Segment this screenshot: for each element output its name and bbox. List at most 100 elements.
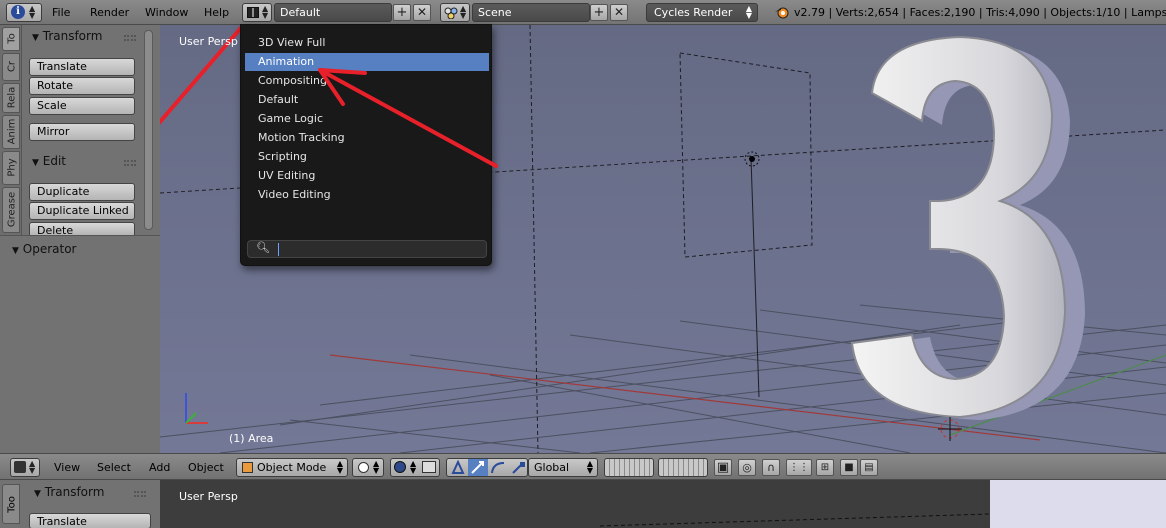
view-perspective-label: User Persp xyxy=(179,35,238,48)
operator-panel: ▼ Operator xyxy=(0,235,160,453)
menu-window[interactable]: Window xyxy=(141,6,192,19)
transform-panel-header-lower[interactable]: ▼ Transform xyxy=(34,485,104,499)
layout-search-field[interactable]: 🔍︎ xyxy=(247,240,487,258)
delete-button[interactable]: Delete xyxy=(29,222,135,237)
snap-magnet-icon[interactable]: ∩ xyxy=(762,459,780,476)
tab-physics[interactable]: Phy xyxy=(2,151,20,185)
add-screen-button[interactable]: + xyxy=(393,4,411,21)
render-engine-label: Cycles Render xyxy=(654,6,733,19)
chevron-updown-icon: ▲ ▼ xyxy=(29,459,36,475)
rotate-button[interactable]: Rotate xyxy=(29,77,135,95)
lower-right-area xyxy=(990,480,1166,528)
info-header: i ▲ ▼ File Render Window Help ▲ ▼ Default … xyxy=(0,0,1166,25)
interaction-mode-label: Object Mode xyxy=(257,461,327,474)
drag-grip-icon[interactable] xyxy=(124,160,136,166)
duplicate-linked-button[interactable]: Duplicate Linked xyxy=(29,202,135,220)
pivot-icon xyxy=(394,461,406,473)
scale-button[interactable]: Scale xyxy=(29,97,135,115)
mirror-button[interactable]: Mirror xyxy=(29,123,135,141)
collapse-triangle-icon: ▼ xyxy=(34,489,41,499)
snap-target-icon[interactable]: ⊞ xyxy=(816,459,834,476)
3d-view-icon xyxy=(14,461,26,473)
manipulator-toggle-icon[interactable] xyxy=(449,459,467,475)
scene-layers-left[interactable] xyxy=(604,458,654,477)
chevron-updown-icon: ▲ ▼ xyxy=(745,4,752,20)
menu-help[interactable]: Help xyxy=(200,6,233,19)
tool-shelf: ▼ Transform Translate Rotate Scale Mirro… xyxy=(22,25,160,237)
operator-panel-header[interactable]: ▼ Operator xyxy=(12,242,76,256)
translate-button-lower[interactable]: Translate xyxy=(29,513,151,528)
chevron-updown-icon: ▲ ▼ xyxy=(460,4,467,20)
blender-window: i ▲ ▼ File Render Window Help ▲ ▼ Default … xyxy=(0,0,1166,528)
chevron-updown-icon: ▲ ▼ xyxy=(373,459,380,475)
interaction-mode-select[interactable]: Object Mode ▲ ▼ xyxy=(236,458,348,477)
collapse-triangle-icon: ▼ xyxy=(32,158,39,168)
edit-panel-header[interactable]: ▼ Edit xyxy=(32,154,66,168)
render-camera-icon[interactable]: ■ xyxy=(840,459,858,476)
duplicate-button[interactable]: Duplicate xyxy=(29,183,135,201)
tool-shelf-scrollbar[interactable] xyxy=(144,30,153,230)
menu-add[interactable]: Add xyxy=(149,461,170,474)
scale-manipulator-icon[interactable] xyxy=(509,460,527,475)
render-engine-select[interactable]: Cycles Render ▲ ▼ xyxy=(646,3,758,22)
edit-panel-title: Edit xyxy=(42,154,66,168)
blender-logo-icon xyxy=(774,5,790,19)
3d-view-header: ▲ ▼ View Select Add Object Object Mode ▲ ▼… xyxy=(0,453,1166,480)
lower-3d-viewport[interactable]: User Persp xyxy=(160,480,990,528)
screen-layout-icon xyxy=(247,7,259,18)
render-animation-icon[interactable]: ▤ xyxy=(860,459,878,476)
menu-item-video-editing[interactable]: Video Editing xyxy=(245,186,489,204)
search-icon: 🔍︎ xyxy=(256,241,270,254)
drag-grip-icon[interactable] xyxy=(124,35,136,41)
screen-layout-name-field[interactable]: Default xyxy=(274,3,392,22)
rotate-manipulator-icon[interactable] xyxy=(489,460,507,475)
collapse-triangle-icon: ▼ xyxy=(32,33,39,43)
text-cursor xyxy=(278,243,279,256)
object-mode-icon xyxy=(242,462,253,473)
screen-layout-browse-button[interactable]: ▲ ▼ xyxy=(242,3,272,22)
tab-relations[interactable]: Rela xyxy=(2,83,20,113)
view-perspective-label: User Persp xyxy=(179,490,238,503)
collapse-triangle-icon: ▼ xyxy=(12,246,19,256)
menu-file[interactable]: File xyxy=(48,6,74,19)
scene-icon xyxy=(444,7,458,20)
proportional-edit-icon[interactable]: ◎ xyxy=(738,459,756,476)
transform-panel-title: Transform xyxy=(42,29,103,43)
lock-camera-icon[interactable]: ▣ xyxy=(714,459,732,476)
active-object-label: (1) Area xyxy=(229,432,274,445)
chevron-updown-icon: ▲ ▼ xyxy=(336,459,343,475)
tab-animation[interactable]: Anim xyxy=(2,115,20,149)
tab-tools-lower[interactable]: Too xyxy=(2,484,20,524)
transform-orientation-label: Global xyxy=(534,461,570,474)
chevron-updown-icon: ▲ ▼ xyxy=(410,459,417,475)
delete-scene-button[interactable]: ✕ xyxy=(610,4,628,21)
translate-manipulator-icon[interactable] xyxy=(468,459,488,476)
transform-panel-header[interactable]: ▼ Transform xyxy=(32,29,102,43)
delete-screen-button[interactable]: ✕ xyxy=(413,4,431,21)
chevron-updown-icon: ▲ ▼ xyxy=(29,4,36,20)
menu-object[interactable]: Object xyxy=(188,461,224,474)
pivot-point-select[interactable]: ▲ ▼ xyxy=(390,458,440,477)
translate-button[interactable]: Translate xyxy=(29,58,135,76)
tab-grease-pencil[interactable]: Grease xyxy=(2,187,20,233)
viewport-shading-select[interactable]: ▲ ▼ xyxy=(352,458,384,477)
add-scene-button[interactable]: + xyxy=(590,4,608,21)
manipulator-center-icon xyxy=(422,461,436,473)
scene-browse-button[interactable]: ▲ ▼ xyxy=(440,3,470,22)
operator-panel-title: Operator xyxy=(22,242,77,256)
menu-select[interactable]: Select xyxy=(97,461,131,474)
menu-render[interactable]: Render xyxy=(86,6,133,19)
editor-type-button[interactable]: ▲ ▼ xyxy=(10,458,40,477)
chevron-updown-icon: ▲ ▼ xyxy=(586,459,593,475)
manipulator-buttons xyxy=(446,458,528,477)
scene-layers-right[interactable] xyxy=(658,458,708,477)
snap-element-select[interactable]: ⋮⋮ xyxy=(786,459,812,476)
scene-statistics: v2.79 | Verts:2,654 | Faces:2,190 | Tris… xyxy=(794,6,1166,19)
solid-shading-icon xyxy=(358,462,369,473)
chevron-updown-icon: ▲ ▼ xyxy=(262,4,269,20)
drag-grip-icon[interactable] xyxy=(134,491,146,497)
annotation-arrow xyxy=(318,68,498,168)
menu-view[interactable]: View xyxy=(54,461,80,474)
scene-name-field[interactable]: Scene xyxy=(472,3,590,22)
transform-orientation-select[interactable]: Global ▲ ▼ xyxy=(528,458,598,477)
